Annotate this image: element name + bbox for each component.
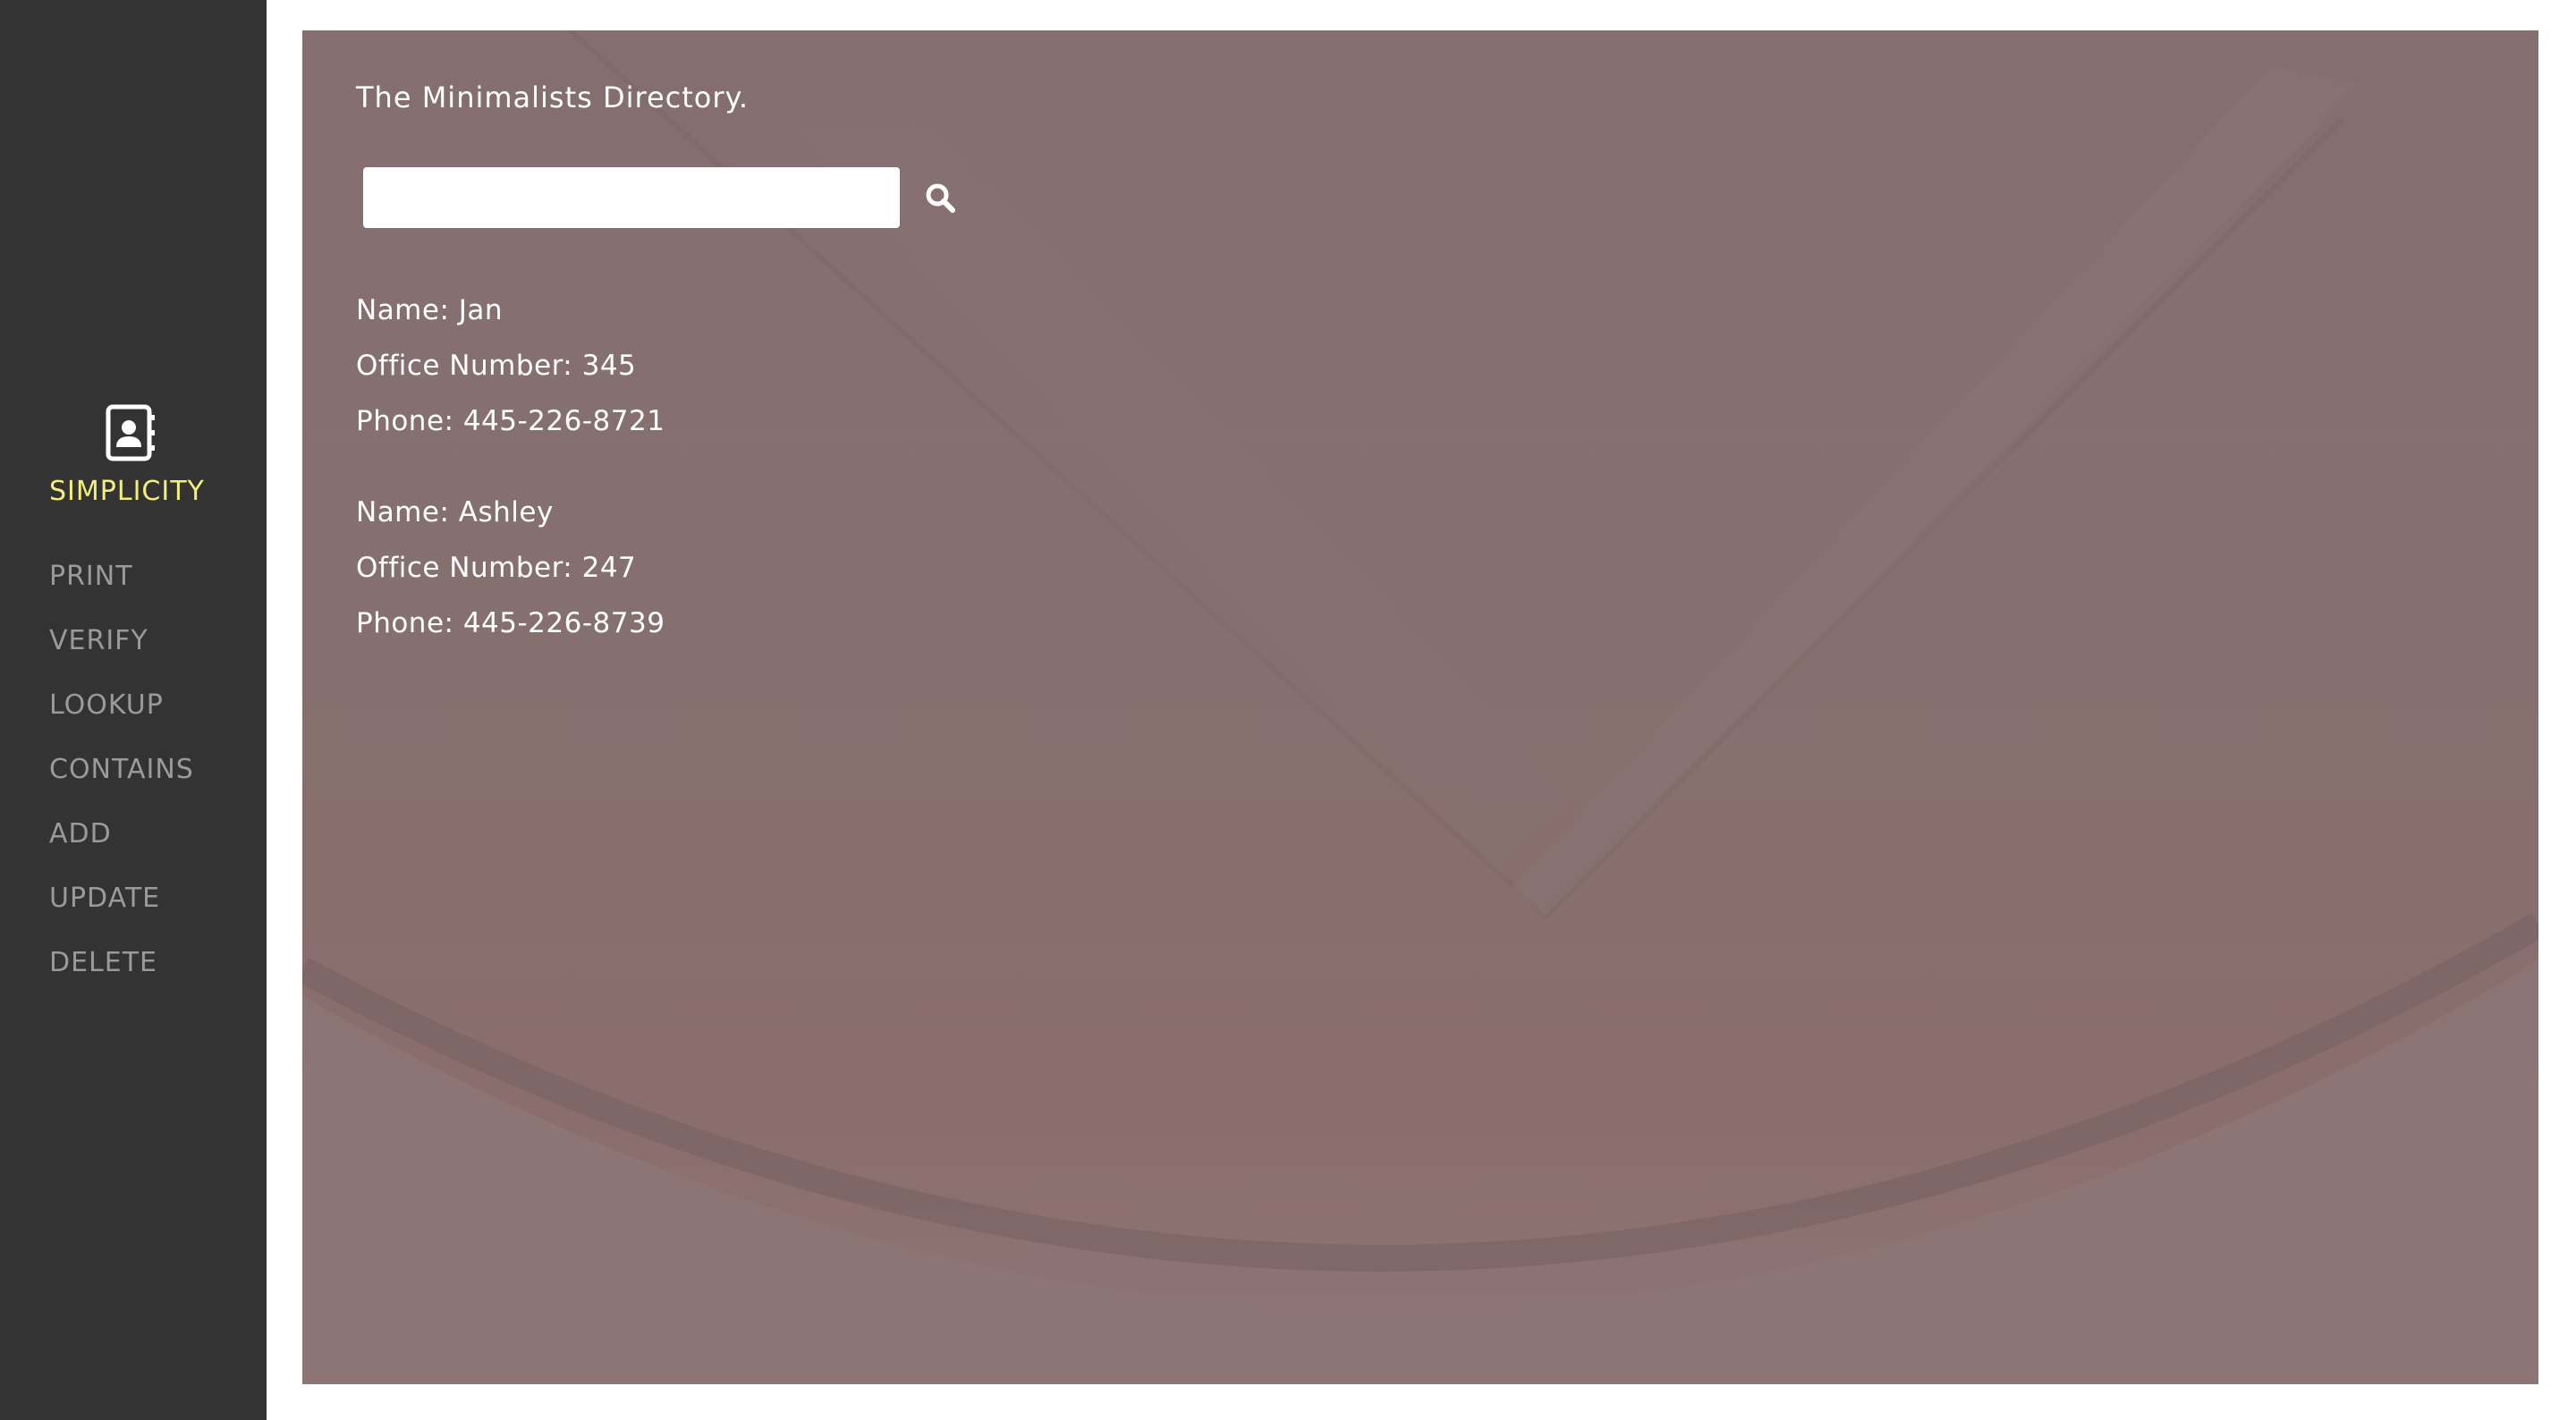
sidebar-item-verify[interactable]: VERIFY bbox=[49, 622, 194, 687]
entry-name: Name: Jan bbox=[356, 294, 504, 326]
entry-name: Name: Ashley bbox=[356, 496, 554, 528]
sidebar-item-print[interactable]: PRINT bbox=[49, 558, 194, 622]
entry-office-number: Office Number: 247 bbox=[356, 552, 637, 584]
brand-label[interactable]: SIMPLICITY bbox=[49, 476, 205, 507]
page-title: The Minimalists Directory. bbox=[356, 80, 750, 114]
search-input[interactable] bbox=[363, 167, 900, 228]
main-panel: The Minimalists Directory. Name: Jan Off… bbox=[302, 30, 2538, 1384]
sidebar-item-lookup[interactable]: LOOKUP bbox=[49, 687, 194, 751]
sidebar-item-add[interactable]: ADD bbox=[49, 816, 194, 880]
directory-entry: Name: Jan Office Number: 345 Phone: 445-… bbox=[356, 283, 665, 449]
sidebar-nav: PRINT VERIFY LOOKUP CONTAINS ADD UPDATE … bbox=[49, 558, 194, 1009]
sidebar-item-delete[interactable]: DELETE bbox=[49, 944, 194, 1009]
sidebar: SIMPLICITY PRINT VERIFY LOOKUP CONTAINS … bbox=[0, 0, 267, 1420]
sidebar-item-contains[interactable]: CONTAINS bbox=[49, 751, 194, 816]
entry-phone: Phone: 445-226-8721 bbox=[356, 405, 665, 437]
contact-book-icon[interactable] bbox=[106, 404, 157, 461]
search-icon[interactable] bbox=[921, 179, 961, 218]
entry-phone: Phone: 445-226-8739 bbox=[356, 607, 665, 639]
entry-office-number: Office Number: 345 bbox=[356, 350, 637, 382]
background-image bbox=[302, 30, 2538, 1384]
directory-entry: Name: Ashley Office Number: 247 Phone: 4… bbox=[356, 485, 665, 651]
sidebar-item-update[interactable]: UPDATE bbox=[49, 880, 194, 944]
